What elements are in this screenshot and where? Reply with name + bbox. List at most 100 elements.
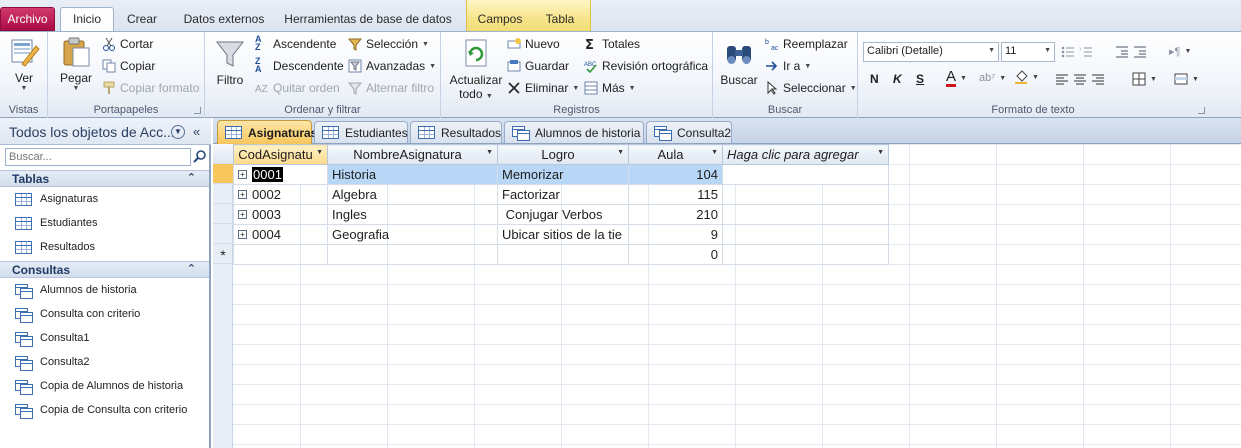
tab-archivo[interactable]: Archivo: [0, 7, 55, 31]
cell-nombre[interactable]: Historia: [327, 164, 498, 185]
nav-section-consultas[interactable]: Consultas ⌃: [0, 261, 209, 278]
nav-header[interactable]: Todos los objetos de Acc... ▼ «: [0, 118, 211, 145]
tab-crear[interactable]: Crear: [119, 10, 165, 31]
table-row[interactable]: +0004 Geografia Ubicar sitios de la tie …: [233, 224, 889, 245]
cell-aula[interactable]: 9: [628, 224, 723, 245]
tab-inicio[interactable]: Inicio: [60, 7, 114, 32]
cell-nombre[interactable]: [327, 244, 498, 265]
nav-item-asignaturas[interactable]: Asignaturas: [0, 188, 209, 210]
cell-nombre[interactable]: Algebra: [327, 184, 498, 205]
cell-logro[interactable]: Factorizar: [497, 184, 629, 205]
column-header-aula[interactable]: Aula ▼: [628, 144, 723, 165]
record-selector[interactable]: [213, 204, 233, 224]
table-row[interactable]: +0002 Algebra Factorizar 115: [233, 184, 889, 205]
cell-add-field[interactable]: [722, 244, 889, 265]
alternate-row-color-button[interactable]: ▼: [1174, 72, 1199, 86]
chevron-down-icon[interactable]: ▼: [486, 149, 493, 156]
avanzadas-button[interactable]: Avanzadas ▼: [348, 59, 436, 73]
expand-plus-icon[interactable]: +: [238, 190, 247, 199]
record-selector[interactable]: [213, 184, 233, 204]
guardar-button[interactable]: Guardar: [507, 59, 569, 73]
copiar-button[interactable]: Copiar: [102, 59, 155, 73]
numbered-list-icon[interactable]: 1: [1079, 45, 1093, 59]
filtro-button[interactable]: Filtro: [211, 38, 249, 87]
record-selector[interactable]: [213, 224, 233, 244]
expand-plus-icon[interactable]: +: [238, 230, 247, 239]
chevron-down-icon[interactable]: ▼: [316, 149, 323, 156]
seleccion-button[interactable]: Selección ▼: [347, 37, 429, 51]
tab-campos[interactable]: Campos: [472, 10, 528, 31]
nav-section-tablas[interactable]: Tablas ⌃: [0, 170, 209, 187]
column-header-nombreasignatura[interactable]: NombreAsignatura ▼: [327, 144, 498, 165]
nav-search-input[interactable]: [5, 148, 191, 166]
nav-item-copia-alumnos[interactable]: Copia de Alumnos de historia: [0, 375, 209, 397]
doc-tab-consulta2[interactable]: Consulta2: [646, 121, 732, 143]
paragraph-direction-button[interactable]: ▸¶ ▼: [1169, 45, 1191, 58]
doc-tab-resultados[interactable]: Resultados: [410, 121, 502, 143]
nav-menu-chevron-icon[interactable]: ▼: [171, 125, 185, 139]
cell-add-field[interactable]: [722, 164, 889, 185]
gridlines-button[interactable]: ▼: [1132, 72, 1157, 86]
mas-button[interactable]: Más ▼: [584, 81, 636, 95]
font-family-select[interactable]: Calibri (Detalle) ▼: [863, 42, 999, 62]
cell-cod[interactable]: +0002: [233, 184, 328, 205]
bold-button[interactable]: N: [870, 72, 879, 86]
cell-add-field[interactable]: [722, 184, 889, 205]
collapse-section-icon[interactable]: ⌃: [187, 262, 196, 275]
nav-item-alumnos-historia[interactable]: Alumnos de historia: [0, 279, 209, 301]
doc-tab-asignaturas[interactable]: Asignaturas: [217, 120, 317, 144]
buscar-button[interactable]: Buscar: [719, 38, 759, 87]
actualizar-todo-button[interactable]: Actualizar todo ▼: [447, 38, 505, 101]
cell-cod[interactable]: [233, 244, 328, 265]
tab-tabla[interactable]: Tabla: [534, 10, 586, 31]
cortar-button[interactable]: Cortar: [102, 37, 153, 51]
totales-button[interactable]: Σ Totales: [584, 37, 640, 53]
bullets-button[interactable]: 1: [1061, 45, 1093, 59]
cell-cod[interactable]: +0001: [233, 164, 328, 185]
align-buttons[interactable]: [1055, 73, 1105, 87]
nav-item-consulta2[interactable]: Consulta2: [0, 351, 209, 373]
nav-item-estudiantes[interactable]: Estudiantes: [0, 212, 209, 234]
table-row[interactable]: +0003 Ingles Conjugar Verbos 210: [233, 204, 889, 225]
nav-item-resultados[interactable]: Resultados: [0, 236, 209, 258]
cell-add-field[interactable]: [722, 204, 889, 225]
record-selector[interactable]: [213, 164, 233, 184]
cell-add-field[interactable]: [722, 224, 889, 245]
reemplazar-button[interactable]: b ac Reemplazar: [765, 37, 848, 52]
nav-item-copia-consulta[interactable]: Copia de Consulta con criterio: [0, 399, 209, 421]
quitar-orden-button[interactable]: AZ Quitar orden: [255, 81, 340, 95]
alternar-filtro-button[interactable]: Alternar filtro: [347, 81, 434, 95]
search-icon[interactable]: [193, 149, 207, 163]
cell-nombre[interactable]: Ingles: [327, 204, 498, 225]
italic-button[interactable]: K: [893, 72, 902, 86]
doc-tab-alumnos-historia[interactable]: Alumnos de historia: [504, 121, 644, 143]
new-record-row[interactable]: 0: [233, 244, 889, 265]
ascendente-button[interactable]: Ascendente: [255, 34, 336, 52]
indent-buttons[interactable]: [1115, 45, 1147, 59]
dialog-launcher-icon[interactable]: [1198, 107, 1205, 114]
cell-nombre[interactable]: Geografia: [327, 224, 498, 245]
new-record-marker[interactable]: *: [213, 244, 233, 264]
cell-aula[interactable]: 115: [628, 184, 723, 205]
pegar-button[interactable]: Pegar ▼: [56, 36, 96, 92]
chevron-down-icon[interactable]: ▼: [617, 149, 624, 156]
column-header-logro[interactable]: Logro ▼: [497, 144, 629, 165]
cell-logro[interactable]: Memorizar: [497, 164, 629, 185]
underline-button[interactable]: S: [916, 72, 924, 86]
expand-plus-icon[interactable]: +: [238, 170, 247, 179]
cell-logro[interactable]: [497, 244, 629, 265]
chevron-down-icon[interactable]: ▼: [711, 149, 718, 156]
column-header-codasignatura[interactable]: CodAsignatu ▼: [233, 144, 328, 165]
cell-cod[interactable]: +0003: [233, 204, 328, 225]
nav-item-consulta-criterio[interactable]: Consulta con criterio: [0, 303, 209, 325]
tab-herramientas-base-datos[interactable]: Herramientas de base de datos: [280, 10, 456, 31]
collapse-pane-icon[interactable]: «: [193, 124, 200, 139]
dialog-launcher-icon[interactable]: [194, 107, 201, 114]
cell-aula[interactable]: 0: [628, 244, 723, 265]
table-row[interactable]: +0001 Historia Memorizar 104: [233, 164, 889, 185]
seleccionar-button[interactable]: Seleccionar ▼: [765, 80, 857, 95]
fill-color-button[interactable]: ▼: [1014, 70, 1039, 84]
highlight-button[interactable]: ab⁷ ▼: [979, 72, 1006, 84]
doc-tab-estudiantes[interactable]: Estudiantes: [314, 121, 408, 143]
nuevo-button[interactable]: Nuevo: [507, 37, 560, 51]
